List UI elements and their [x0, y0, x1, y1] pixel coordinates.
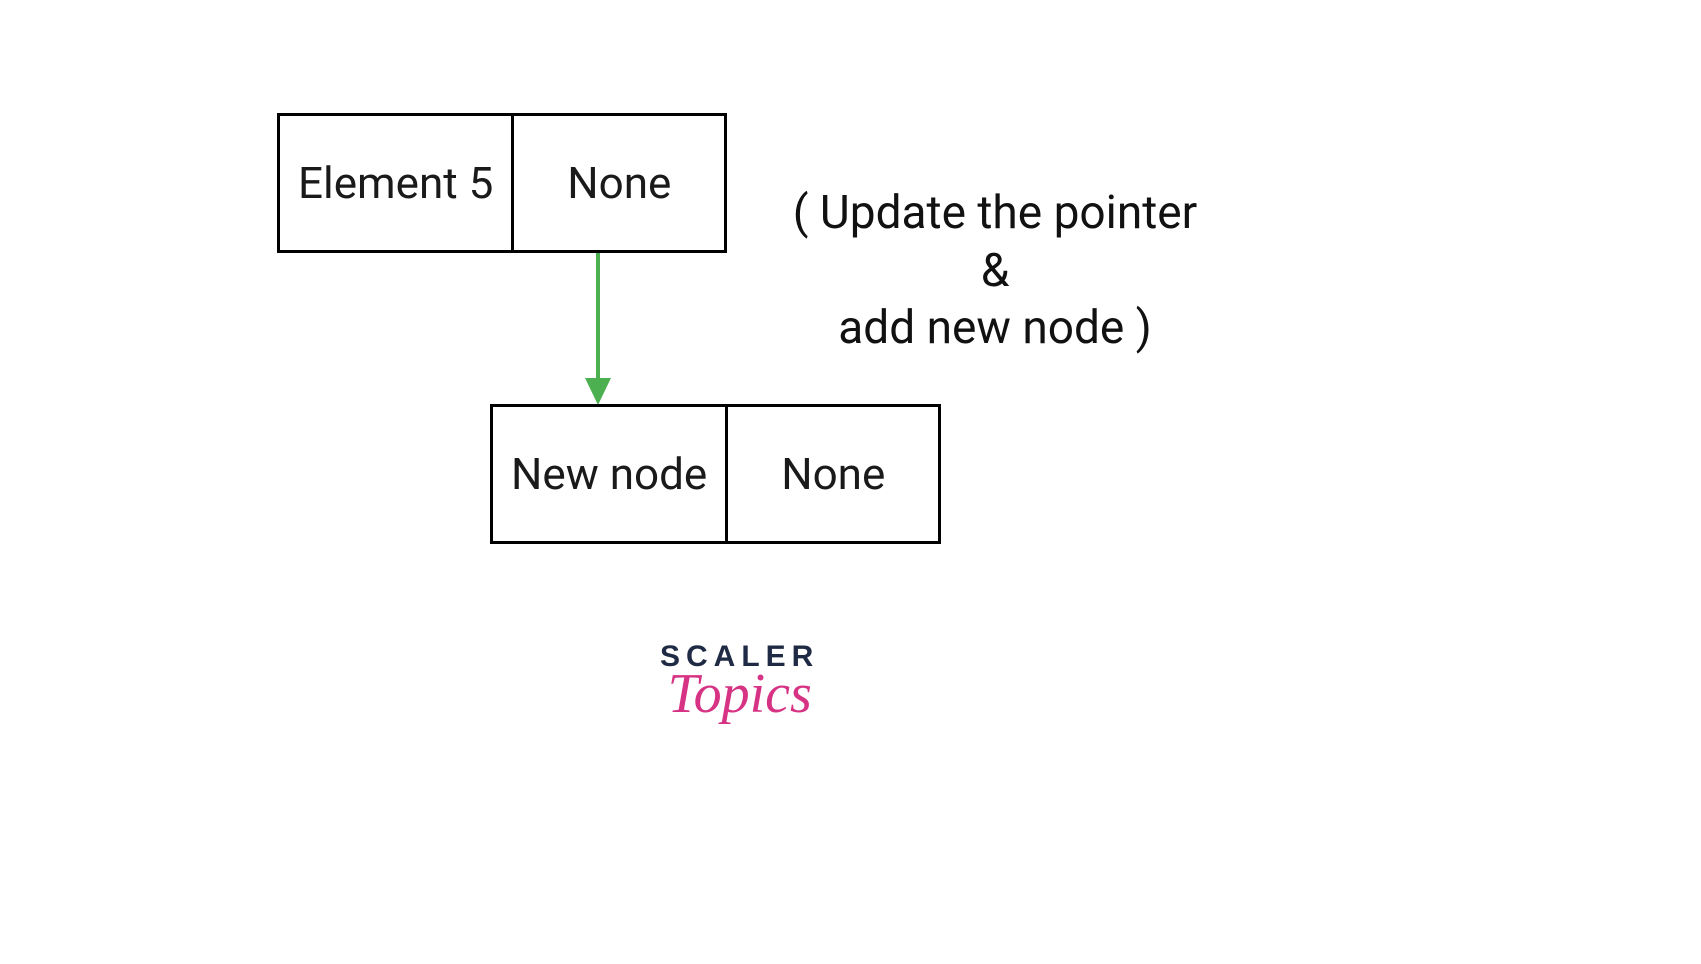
- caption-line-3: add new node ): [790, 300, 1200, 358]
- node1-data-cell: Element 5: [280, 116, 514, 250]
- arrow-down-icon: [583, 253, 613, 412]
- caption-line-2: &: [790, 243, 1200, 301]
- node2-next-cell: None: [728, 407, 938, 541]
- node-new-node: New node None: [490, 404, 941, 544]
- brand-logo: SCALER Topics: [660, 640, 819, 722]
- node1-next-cell: None: [514, 116, 724, 250]
- diagram-caption: ( Update the pointer & add new node ): [790, 185, 1200, 358]
- node-element-5: Element 5 None: [277, 113, 727, 253]
- node2-data-cell: New node: [493, 407, 728, 541]
- caption-line-1: ( Update the pointer: [790, 185, 1200, 243]
- logo-text-bottom: Topics: [660, 666, 819, 722]
